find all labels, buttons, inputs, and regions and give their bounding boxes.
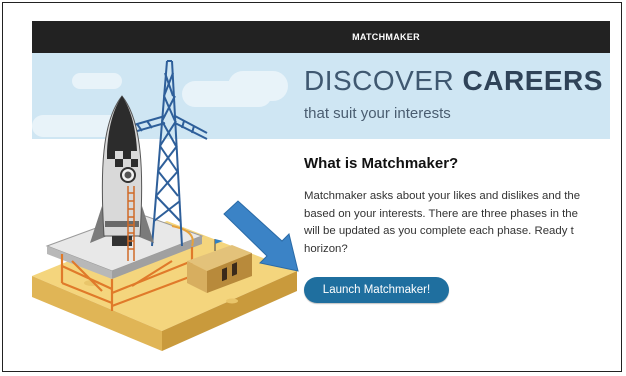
description-line: based on your interests. There are three… [304,207,578,220]
description-line: horizon? [304,242,348,255]
description-line: will be updated as you complete each pha… [304,225,574,237]
description-line: Matchmaker asks about your likes and dis… [304,190,581,202]
launch-matchmaker-button[interactable]: Launch Matchmaker! [304,277,449,303]
hero-title-light: DISCOVER [304,65,463,96]
rocket [90,95,154,261]
section-heading: What is Matchmaker? [304,155,459,172]
site-title: MATCHMAKER [352,32,420,42]
page-viewport: MATCHMAKER DISCOVER CAREERS that suit yo… [32,21,610,351]
section-description: Matchmaker asks about your likes and dis… [304,188,610,258]
rocket-launchpad-illustration [32,60,299,351]
hero-title: DISCOVER CAREERS [304,65,603,97]
hero-title-bold: CAREERS [462,65,603,96]
screenshot-frame: MATCHMAKER DISCOVER CAREERS that suit yo… [2,2,622,372]
hero-subtitle: that suit your interests [304,105,451,122]
